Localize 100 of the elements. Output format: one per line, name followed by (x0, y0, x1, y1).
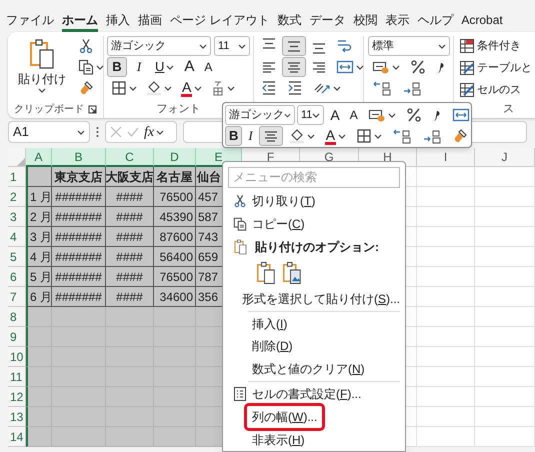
caret-icon (164, 86, 172, 90)
table-cell (417, 327, 475, 347)
underline-button[interactable]: U (151, 57, 178, 77)
center-align-button[interactable] (258, 126, 283, 146)
search-field[interactable]: メニューの検索 (228, 167, 400, 188)
font-name-dropdown[interactable]: 游ゴシック (225, 105, 295, 125)
table-cell: #### (106, 267, 154, 287)
column-header[interactable]: B (52, 148, 106, 167)
bold-button[interactable]: B (225, 126, 242, 146)
font-color-button[interactable]: A (177, 78, 206, 98)
borders-icon (111, 80, 127, 96)
ribbon-tab[interactable]: ファイル (6, 10, 54, 32)
row-header[interactable]: 3 (8, 207, 26, 227)
clipboard-icon (234, 238, 247, 255)
menu-item[interactable]: 非表示(H) (252, 430, 305, 449)
table-cell (475, 247, 535, 267)
ribbon-tab[interactable]: 数式 (277, 10, 302, 32)
increase-decimal-icon (372, 80, 392, 96)
table-format-icon (459, 60, 475, 76)
fill-bucket-icon (288, 128, 305, 144)
italic-button[interactable]: I (244, 126, 257, 146)
row-header[interactable]: 14 (8, 427, 26, 447)
ribbon-tab[interactable]: データ (309, 10, 346, 32)
shrink-font-button[interactable]: A (346, 105, 362, 125)
style-button[interactable]: セルのス (459, 80, 535, 100)
conditional-format-icon (459, 38, 475, 54)
row-header[interactable]: 10 (8, 347, 26, 367)
caret-icon (194, 86, 202, 90)
row-header[interactable]: 11 (8, 367, 26, 387)
table-cell: 1 月 (26, 187, 52, 207)
name-box[interactable]: A1 (8, 121, 90, 143)
number-format-dropdown[interactable]: 標準 (368, 36, 450, 56)
style-button[interactable]: テーブルと (459, 58, 535, 78)
vertical-align-button[interactable] (282, 36, 306, 56)
ribbon-tab[interactable]: 挿入 (106, 10, 130, 32)
row-header[interactable]: 8 (8, 307, 26, 327)
column-header[interactable]: I (417, 148, 475, 167)
caret-icon (156, 130, 164, 134)
row-header[interactable]: 6 (8, 267, 26, 287)
table-cell (475, 367, 535, 387)
row-header[interactable]: 1 (8, 167, 26, 187)
dialog-launcher-icon[interactable] (88, 104, 97, 114)
align-center-icon (262, 130, 279, 142)
paste-option-button[interactable] (256, 260, 276, 285)
table-cell: 4 月 (26, 247, 52, 267)
insert-function-button[interactable]: fx (144, 122, 164, 142)
ribbon-tab[interactable]: ヘルプ (417, 10, 454, 32)
check-icon[interactable] (127, 126, 139, 138)
row-header[interactable]: 4 (8, 227, 26, 247)
font-size-dropdown[interactable]: 11 (297, 105, 324, 125)
row-header[interactable]: 12 (8, 387, 26, 407)
ribbon-tab[interactable]: 描画 (138, 10, 162, 32)
menu-item[interactable]: コピー(C) (252, 214, 305, 233)
decrease-decimal-icon (402, 80, 422, 96)
increase-indent-icon (287, 80, 303, 96)
row-header[interactable]: 2 (8, 187, 26, 207)
row-header[interactable]: 7 (8, 287, 26, 307)
paste-option-button[interactable] (282, 260, 302, 285)
shrink-font-button[interactable]: A (200, 57, 216, 77)
row-header[interactable]: 5 (8, 247, 26, 267)
table-cell (26, 307, 52, 327)
menu-item[interactable]: 形式を選択して貼り付け(S)... (242, 290, 400, 308)
table-cell (26, 327, 52, 347)
horizontal-align-button[interactable] (282, 57, 306, 77)
table-cell (106, 307, 154, 327)
font-size-dropdown[interactable]: 11 (214, 36, 250, 56)
menu-item[interactable]: 列の幅(W)... (244, 402, 326, 431)
ribbon-tab[interactable]: ページ レイアウト (170, 10, 270, 32)
column-header[interactable]: C (106, 148, 154, 167)
table-cell: ####### (52, 207, 106, 227)
bottom-align-icon (311, 43, 327, 54)
paste-button[interactable]: 貼り付け (18, 36, 66, 100)
column-header[interactable]: A (26, 148, 52, 167)
ribbon-tab[interactable]: 表示 (385, 10, 410, 32)
menu-item[interactable]: 切り取り(T) (252, 192, 316, 210)
font-color-label: A (324, 128, 336, 144)
row-header[interactable]: 9 (8, 327, 26, 347)
merge-cells-icon (336, 59, 354, 75)
group-label: ス (503, 102, 514, 117)
column-header[interactable]: J (475, 148, 535, 167)
table-cell: 76500 (154, 187, 196, 207)
menu-item[interactable]: セルの書式設定(F)... (252, 384, 362, 403)
column-header[interactable]: D (154, 148, 196, 167)
bold-button[interactable]: B (107, 57, 127, 77)
table-cell (52, 307, 106, 327)
percent-icon (406, 107, 422, 123)
menu-item[interactable]: 数式と値のクリア(N) (252, 360, 365, 378)
row-header[interactable]: 13 (8, 407, 26, 427)
menu-item[interactable]: 挿入(I) (252, 314, 288, 333)
grow-font-button[interactable]: A (326, 105, 344, 125)
ribbon-tab[interactable]: 校閲 (353, 10, 378, 32)
grow-font-button[interactable]: A (180, 57, 198, 77)
wrap-text-icon (336, 38, 352, 54)
italic-button[interactable]: I (129, 57, 149, 77)
style-button[interactable]: 条件付き (459, 36, 535, 56)
ribbon-tab[interactable]: Acrobat (461, 10, 503, 32)
font-name-dropdown[interactable]: 游ゴシック (107, 36, 211, 56)
table-cell (417, 167, 475, 187)
font-color-button[interactable]: A (320, 126, 350, 146)
menu-item[interactable]: 削除(D) (252, 337, 293, 356)
